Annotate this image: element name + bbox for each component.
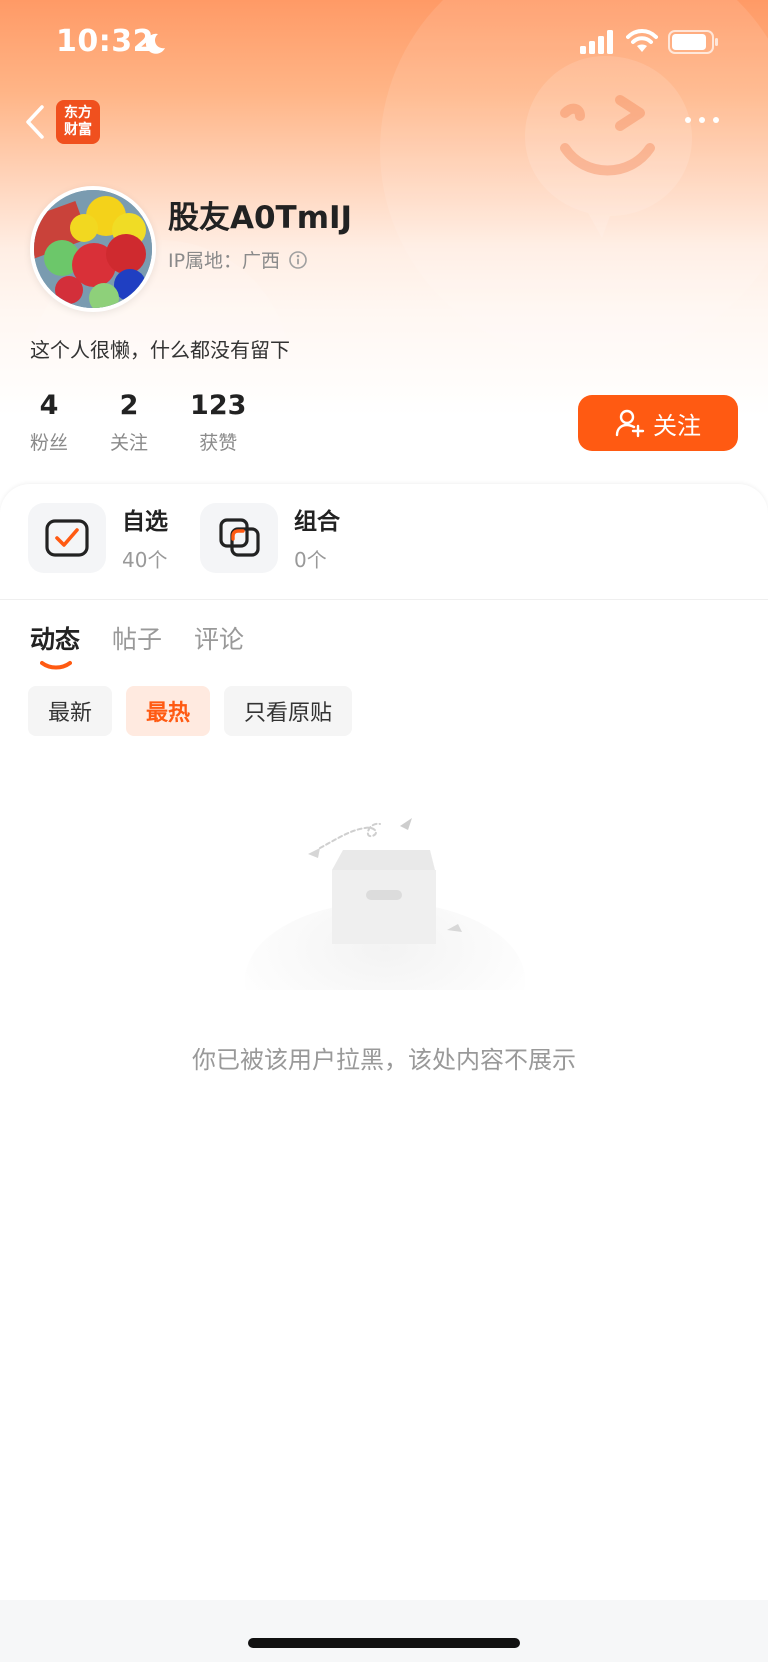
profile-username: 股友A0TmIJ bbox=[168, 200, 353, 236]
stacked-squares-icon bbox=[219, 517, 260, 557]
follow-button-label: 关注 bbox=[653, 411, 701, 440]
top-navigation-bar: 东方 财富 bbox=[0, 92, 768, 152]
info-icon[interactable] bbox=[288, 250, 308, 270]
stat-value: 4 bbox=[39, 390, 59, 421]
wifi-icon bbox=[626, 29, 658, 52]
chevron-left-icon[interactable] bbox=[22, 104, 48, 140]
more-horizontal-icon[interactable] bbox=[682, 112, 722, 128]
stat-label: 粉丝 bbox=[30, 432, 69, 454]
feature-count: 40个 bbox=[122, 548, 168, 572]
follow-button[interactable]: 关注 bbox=[578, 395, 738, 451]
blocked-message: 你已被该用户拉黑，该处内容不展示 bbox=[192, 1046, 576, 1074]
cellular-signal-icon bbox=[580, 30, 613, 54]
tab-posts[interactable]: 帖子 bbox=[112, 620, 162, 656]
stat-label: 获赞 bbox=[199, 432, 238, 454]
status-bar: 10:32 bbox=[0, 0, 768, 88]
stat-likes[interactable]: 123 获赞 bbox=[190, 390, 246, 455]
tab-label: 动态 bbox=[30, 625, 81, 654]
feature-icon-box bbox=[200, 502, 278, 573]
avatar[interactable] bbox=[30, 186, 156, 312]
feature-watchlist[interactable]: 自选 40个 bbox=[28, 502, 168, 573]
section-divider bbox=[0, 599, 768, 600]
moon-icon bbox=[145, 33, 165, 54]
battery-icon bbox=[668, 30, 718, 54]
bottom-safe-area bbox=[0, 1600, 768, 1662]
feature-count: 0个 bbox=[294, 548, 327, 572]
feature-text: 组合 0个 bbox=[294, 502, 340, 573]
app-logo[interactable]: 东方 财富 bbox=[56, 100, 100, 144]
stat-value: 2 bbox=[119, 390, 139, 421]
stat-value: 123 bbox=[190, 390, 247, 421]
content-tabs: 动态 帖子 评论 bbox=[30, 620, 244, 670]
empty-box-illustration bbox=[245, 818, 525, 990]
filter-original-only[interactable]: 只看原贴 bbox=[224, 686, 353, 736]
content-panel: 自选 40个 组合 0个 动态 帖子 评论 最新 最热 只看原贴 你已被该用户拉… bbox=[0, 484, 768, 1604]
app-logo-text-line2: 财富 bbox=[64, 122, 92, 138]
filter-latest[interactable]: 最新 bbox=[28, 686, 113, 736]
feature-title: 自选 bbox=[122, 509, 168, 535]
ip-location-text: IP属地：广西 bbox=[168, 250, 281, 272]
status-time: 10:32 bbox=[56, 24, 154, 59]
feature-portfolio[interactable]: 组合 0个 bbox=[200, 502, 340, 573]
check-square-icon bbox=[45, 518, 89, 557]
sort-filters: 最新 最热 只看原贴 bbox=[28, 686, 353, 736]
stat-following[interactable]: 2 关注 bbox=[110, 390, 148, 455]
tab-comments[interactable]: 评论 bbox=[194, 620, 244, 656]
feature-icon-box bbox=[28, 502, 106, 573]
ip-location-row: IP属地：广西 bbox=[168, 246, 308, 273]
feature-text: 自选 40个 bbox=[122, 502, 168, 573]
tab-label: 评论 bbox=[194, 625, 245, 654]
profile-bio: 这个人很懒，什么都没有留下 bbox=[30, 338, 290, 362]
active-tab-indicator bbox=[40, 661, 72, 670]
tab-label: 帖子 bbox=[112, 625, 163, 654]
avatar-image bbox=[34, 190, 152, 308]
home-indicator[interactable] bbox=[248, 1638, 520, 1648]
app-logo-text-line1: 东方 bbox=[64, 105, 92, 121]
filter-hottest[interactable]: 最热 bbox=[126, 686, 211, 736]
tab-activity[interactable]: 动态 bbox=[30, 620, 81, 670]
profile-stats: 4 粉丝 2 关注 123 获赞 bbox=[30, 390, 288, 455]
feature-title: 组合 bbox=[294, 509, 340, 535]
stat-followers[interactable]: 4 粉丝 bbox=[30, 390, 68, 455]
stat-label: 关注 bbox=[110, 432, 149, 454]
user-add-icon bbox=[615, 409, 645, 438]
